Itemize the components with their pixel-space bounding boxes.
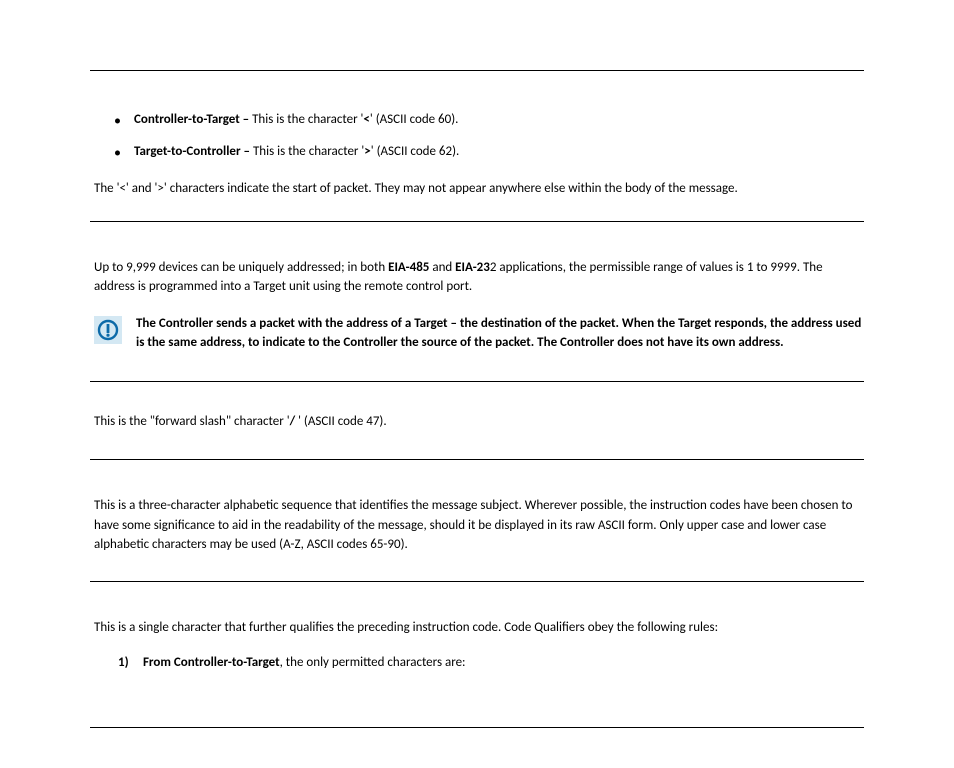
bottom-horizontal-rule xyxy=(90,727,864,728)
section-rule xyxy=(90,581,864,582)
list-item: 1) From Controller-to-Target, the only p… xyxy=(118,653,864,673)
text-bold: EIA-23 xyxy=(455,260,490,275)
bullet-text: This is the character ' xyxy=(252,112,363,127)
bullet-list: Controller-to-Target – This is the chara… xyxy=(90,111,864,161)
text-run: and xyxy=(429,260,455,275)
paragraph: Up to 9,999 devices can be uniquely addr… xyxy=(90,258,864,297)
bullet-text: This is the character ' xyxy=(253,144,364,159)
section-rule xyxy=(90,381,864,382)
note-text: The Controller sends a packet with the a… xyxy=(136,315,864,353)
bullet-text-end: ' (ASCII code 60). xyxy=(370,112,459,127)
text-run: This is the "forward slash" character ' xyxy=(94,414,290,429)
numbered-list: 1) From Controller-to-Target, the only p… xyxy=(90,653,864,673)
paragraph: This is a three-character alphabetic seq… xyxy=(90,482,864,559)
info-icon xyxy=(94,316,122,344)
top-horizontal-rule xyxy=(90,70,864,71)
text-run: Up to 9,999 devices can be uniquely addr… xyxy=(94,260,388,275)
section-rule xyxy=(90,221,864,222)
note-callout: The Controller sends a packet with the a… xyxy=(90,315,864,353)
paragraph: This is a single character that further … xyxy=(90,618,864,638)
bullet-text-end: ' (ASCII code 62). xyxy=(371,144,460,159)
text-bold: From Controller-to-Target xyxy=(143,655,280,670)
text-bold: EIA-485 xyxy=(388,260,429,275)
paragraph: This is the "forward slash" character '/… xyxy=(90,404,864,438)
text-run: , the only permitted characters are: xyxy=(280,655,466,670)
bullet-label: Controller-to-Target – xyxy=(134,112,252,127)
bullet-label: Target-to-Controller – xyxy=(134,144,253,159)
text-run: ' (ASCII code 47). xyxy=(295,414,387,429)
list-number: 1) xyxy=(118,653,140,673)
bullet-item: Controller-to-Target – This is the chara… xyxy=(134,111,864,129)
paragraph: The '<' and '>' characters indicate the … xyxy=(90,179,864,199)
section-rule xyxy=(90,459,864,460)
bullet-item: Target-to-Controller – This is the chara… xyxy=(134,143,864,161)
